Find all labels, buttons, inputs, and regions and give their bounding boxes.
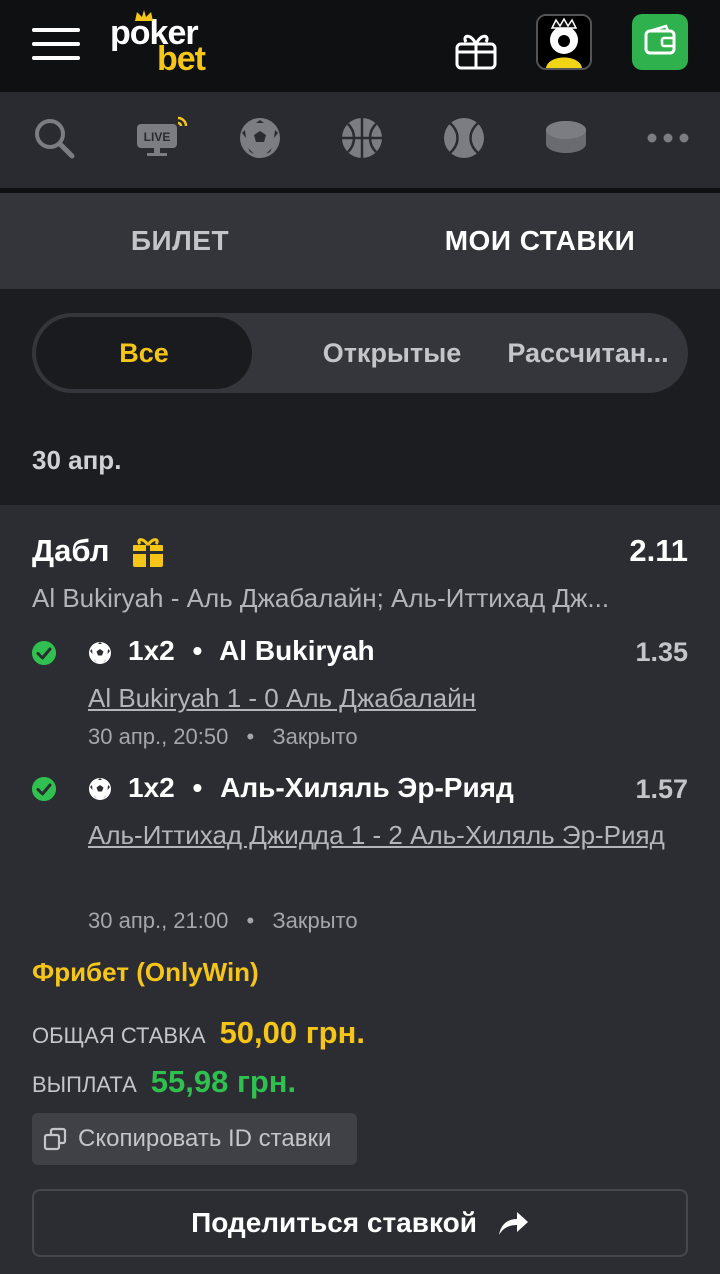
top-bar: poker bet (0, 0, 720, 92)
avatar-image (538, 16, 590, 68)
payout-value: 55,98 грн. (150, 1064, 297, 1099)
selection-title: 1x2 • Аль-Хиляль Эр-Рияд (128, 772, 514, 804)
selection-market: 1x2 (128, 635, 175, 666)
selection-separator: • (192, 635, 203, 666)
total-stake-label: ОБЩАЯ СТАВКА (32, 1023, 206, 1048)
football-icon[interactable] (236, 116, 284, 160)
bet-type: Дабл (32, 533, 110, 568)
selection-result-link[interactable]: Аль-Иттихад Джидда 1 - 2 Аль-Хиляль Эр-Р… (88, 811, 668, 859)
selection-title: 1x2 • Al Bukiryah (128, 635, 375, 667)
filter-settled[interactable]: Рассчитан... (480, 317, 696, 389)
search-icon[interactable] (30, 116, 78, 160)
wallet-button[interactable] (632, 14, 688, 70)
selection-meta: 30 апр., 20:50 • Закрыто (88, 724, 358, 749)
hockey-icon[interactable] (542, 116, 590, 160)
filter-all[interactable]: Все (36, 317, 252, 389)
check-icon (32, 777, 56, 801)
gift-icon[interactable] (454, 28, 498, 72)
selection-odds: 1.35 (635, 637, 688, 667)
selection-datetime: 30 апр., 20:50 (88, 724, 229, 749)
pokerbet-logo[interactable]: poker bet (110, 10, 230, 78)
share-arrow-icon (498, 1212, 528, 1235)
copy-icon (43, 1127, 67, 1151)
freebet-gift-icon (133, 538, 163, 567)
bet-card[interactable]: Дабл 2.11 Al Bukiryah - Аль Джабалайн; А… (0, 505, 720, 1274)
selection-result-link[interactable]: Al Bukiryah 1 - 0 Аль Джабалайн (88, 674, 688, 722)
share-bet-label: Поделиться ставкой (191, 1207, 477, 1238)
copy-bet-id-label: Скопировать ID ставки (78, 1125, 332, 1152)
bets-tabs: БИЛЕТ МОИ СТАВКИ (0, 193, 720, 289)
selection-datetime: 30 апр., 21:00 (88, 908, 229, 933)
tennis-icon[interactable] (440, 116, 488, 160)
logo-text-bottom: bet (157, 40, 206, 78)
more-icon[interactable] (644, 116, 692, 160)
date-header: 30 апр. (32, 445, 122, 475)
sports-nav: LIVE (0, 92, 720, 188)
total-odds: 2.11 (629, 533, 688, 568)
menu-icon[interactable] (32, 24, 80, 64)
bet-filter-segmented: Все Открытые Рассчитан... (32, 313, 688, 393)
selection-pick: Al Bukiryah (219, 635, 375, 666)
filter-area: Все Открытые Рассчитан... 30 апр. (0, 289, 720, 505)
payout-row: ВЫПЛАТА 55,98 грн. (32, 1064, 296, 1100)
total-stake-row: ОБЩАЯ СТАВКА 50,00 грн. (32, 1015, 365, 1051)
selection-meta: 30 апр., 21:00 • Закрыто (88, 908, 358, 933)
selection-pick: Аль-Хиляль Эр-Рияд (220, 772, 514, 803)
football-icon (89, 642, 111, 664)
share-bet-button[interactable]: Поделиться ставкой (32, 1189, 688, 1257)
selection-market: 1x2 (128, 772, 175, 803)
basketball-icon[interactable] (338, 116, 386, 160)
total-stake-value: 50,00 грн. (219, 1015, 365, 1050)
filter-open[interactable]: Открытые (272, 317, 512, 389)
football-icon (89, 778, 111, 800)
crown-icon (135, 10, 153, 21)
live-label: LIVE (144, 130, 171, 144)
events-summary: Al Bukiryah - Аль Джабалайн; Аль-Иттихад… (32, 583, 610, 613)
payout-label: ВЫПЛАТА (32, 1072, 137, 1097)
avatar[interactable] (536, 14, 592, 70)
tab-ticket[interactable]: БИЛЕТ (0, 193, 360, 289)
freebet-label: Фрибет (OnlyWin) (32, 957, 259, 987)
wallet-icon (644, 24, 676, 55)
live-icon[interactable]: LIVE (134, 116, 190, 160)
selection-status: Закрыто (272, 724, 358, 749)
tab-my-bets[interactable]: МОИ СТАВКИ (360, 193, 720, 289)
selection-odds: 1.57 (635, 774, 688, 804)
selection-separator: • (192, 772, 203, 803)
check-icon (32, 641, 56, 665)
selection-status: Закрыто (272, 908, 358, 933)
copy-bet-id-button[interactable]: Скопировать ID ставки (32, 1113, 357, 1165)
